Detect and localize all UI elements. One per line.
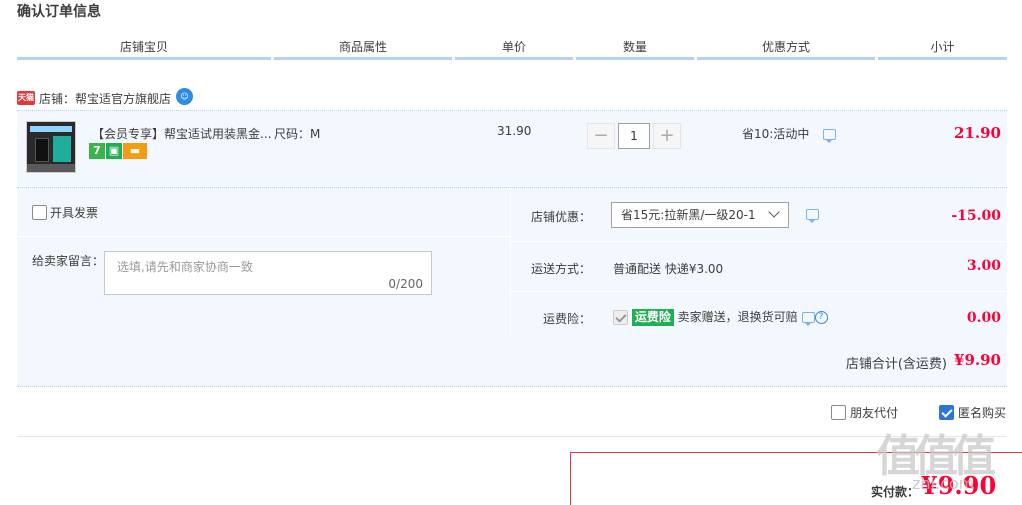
unit-price: 31.90 bbox=[497, 124, 532, 138]
insurance-checkbox bbox=[613, 310, 628, 325]
invoice-option[interactable]: 开具发票 bbox=[32, 204, 98, 221]
message-placeholder: 选填,请先和商家协商一致 bbox=[117, 260, 253, 274]
insurance-comment-icon[interactable] bbox=[801, 312, 815, 326]
insurance-badge: 运费险 bbox=[631, 309, 674, 326]
col-header-attributes: 商品属性 bbox=[274, 38, 452, 60]
col-header-discount: 优惠方式 bbox=[697, 38, 875, 60]
friend-pay-checkbox[interactable] bbox=[831, 405, 846, 420]
shop-total-label: 店铺合计(含运费) bbox=[845, 357, 947, 372]
divider bbox=[17, 436, 1007, 437]
shop-total-row: 店铺合计(含运费) ¥9.90 bbox=[17, 335, 1007, 387]
promo-comment-icon[interactable] bbox=[823, 129, 836, 143]
shop-name-link[interactable]: 店铺：帮宝适官方旗舰店 bbox=[39, 90, 171, 107]
quantity-decrease-button[interactable]: − bbox=[587, 123, 615, 149]
col-header-shop-item: 店铺宝贝 bbox=[17, 38, 271, 60]
order-item-row: 【会员专享】帮宝适试用装黑金... 7 ▣ ▬ 尺码：M 31.90 − 1 + 省… bbox=[17, 110, 1007, 186]
shop-discount-amount: -15.00 bbox=[951, 208, 1001, 224]
anonymous-checkbox[interactable] bbox=[939, 405, 954, 420]
chevron-down-icon bbox=[768, 206, 780, 218]
tmall-icon: 天猫 bbox=[17, 91, 35, 105]
column-headers: 店铺宝贝 商品属性 单价 数量 优惠方式 小计 bbox=[17, 38, 1007, 60]
item-subtotal: 21.90 bbox=[954, 124, 1001, 142]
shipping-amount: 3.00 bbox=[966, 258, 1001, 274]
pay-icon[interactable]: ▬ bbox=[123, 143, 147, 159]
seven-day-return-icon[interactable]: 7 bbox=[89, 143, 105, 159]
shipping-insurance: 运费险 卖家赠送，退换货可赔 ? bbox=[613, 308, 828, 326]
friend-pay-label: 朋友代付 bbox=[850, 406, 899, 420]
quantity-input[interactable]: 1 bbox=[618, 123, 650, 149]
friend-pay-option[interactable]: 朋友代付 bbox=[831, 404, 898, 421]
product-thumbnail[interactable] bbox=[26, 121, 76, 173]
quantity-increase-button[interactable]: + bbox=[653, 123, 681, 149]
shop-discount-selected: 省15元:拉新黑/一级20-1 bbox=[621, 208, 756, 222]
col-header-subtotal: 小计 bbox=[878, 38, 1007, 60]
insurance-text: 卖家赠送，退换货可赔 bbox=[677, 310, 798, 324]
insurance-label: 运费险： bbox=[542, 312, 591, 326]
card-icon[interactable]: ▣ bbox=[106, 143, 122, 159]
shipping-method: 普通配送 快递¥3.00 bbox=[613, 262, 724, 276]
message-char-count: 0/200 bbox=[388, 277, 423, 291]
invoice-label: 开具发票 bbox=[50, 206, 99, 220]
product-attribute: 尺码：M bbox=[274, 127, 321, 141]
shipping-label: 运送方式： bbox=[530, 262, 591, 276]
discount-comment-icon[interactable] bbox=[806, 209, 819, 223]
item-promotion-text: 省10:活动中 bbox=[742, 127, 810, 141]
shop-discount-select[interactable]: 省15元:拉新黑/一级20-1 bbox=[611, 202, 789, 228]
page-title: 确认订单信息 bbox=[17, 4, 101, 20]
col-header-quantity: 数量 bbox=[576, 38, 694, 60]
anonymous-purchase-option[interactable]: 匿名购买 bbox=[939, 404, 1006, 421]
seller-message-input[interactable]: 选填,请先和商家协商一致 0/200 bbox=[104, 251, 432, 295]
invoice-checkbox[interactable] bbox=[32, 205, 47, 220]
watermark-url: zhi.com bbox=[912, 474, 975, 493]
item-promotion: 省10:活动中 bbox=[742, 125, 836, 143]
site-watermark: 值值值 zhi.com bbox=[872, 420, 1022, 505]
insurance-amount: 0.00 bbox=[966, 310, 1001, 326]
shop-total-amount: ¥9.90 bbox=[954, 351, 1001, 369]
shop-discount-label: 店铺优惠： bbox=[530, 210, 591, 224]
help-icon[interactable]: ? bbox=[814, 311, 828, 324]
anonymous-label: 匿名购买 bbox=[958, 406, 1007, 420]
col-header-price: 单价 bbox=[455, 38, 573, 60]
wangwang-chat-icon[interactable]: ☺ bbox=[176, 88, 193, 105]
shop-row: 天猫 店铺：帮宝适官方旗舰店 ☺ bbox=[17, 88, 1007, 110]
service-icons: 7 ▣ ▬ bbox=[89, 143, 148, 159]
message-label: 给卖家留言： bbox=[32, 254, 105, 268]
order-options: 开具发票 给卖家留言： 选填,请先和商家协商一致 0/200 店铺优惠： 省15… bbox=[17, 187, 1007, 336]
product-title-link[interactable]: 【会员专享】帮宝适试用装黑金... bbox=[92, 125, 272, 142]
